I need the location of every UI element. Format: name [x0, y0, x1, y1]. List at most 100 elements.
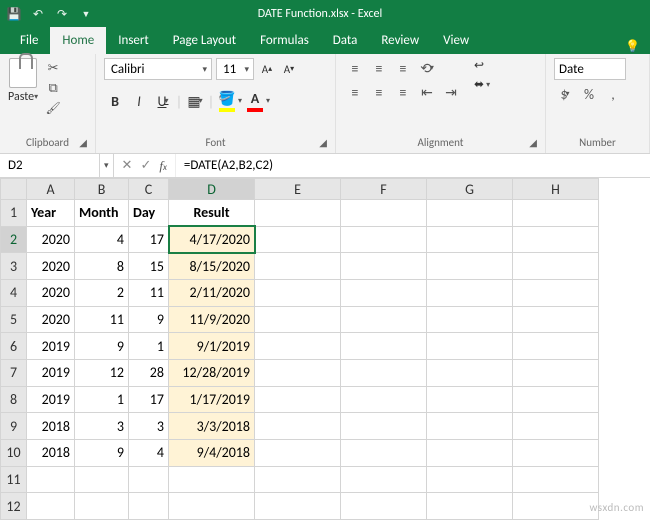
insert-function-icon[interactable]: fx [159, 158, 167, 174]
tab-insert[interactable]: Insert [106, 27, 161, 54]
cell-C3[interactable]: 15 [129, 253, 169, 280]
name-box[interactable] [0, 154, 100, 177]
worksheet[interactable]: A B C D E F G H 1YearMonthDayResult22020… [0, 178, 650, 520]
grow-font-button[interactable]: A▴ [258, 58, 276, 80]
accept-formula-icon[interactable]: ✓ [140, 158, 151, 173]
cell-D8[interactable]: 1/17/2019 [169, 386, 255, 413]
cell-G5[interactable] [427, 306, 513, 333]
number-format-combo[interactable]: Date [554, 58, 626, 80]
clipboard-launcher-icon[interactable]: ◢ [79, 136, 87, 149]
cell-D4[interactable]: 2/11/2020 [169, 279, 255, 306]
cell-G3[interactable] [427, 253, 513, 280]
col-header-H[interactable]: H [513, 179, 599, 200]
cell-B11[interactable] [75, 466, 129, 493]
cell-H3[interactable] [513, 253, 599, 280]
cell-E3[interactable] [255, 253, 341, 280]
cell-D11[interactable] [169, 466, 255, 493]
cell-A4[interactable]: 2020 [27, 279, 75, 306]
cell-B5[interactable]: 11 [75, 306, 129, 333]
cell-G11[interactable] [427, 466, 513, 493]
cell-G12[interactable] [427, 493, 513, 520]
format-painter-icon[interactable] [44, 100, 62, 116]
cell-E1[interactable] [255, 200, 341, 227]
cell-D6[interactable]: 9/1/2019 [169, 333, 255, 360]
borders-button[interactable]: ▦▾ [184, 90, 206, 112]
cell-H8[interactable] [513, 386, 599, 413]
cell-F9[interactable] [341, 413, 427, 440]
row-header-8[interactable]: 8 [1, 386, 27, 413]
cell-G10[interactable] [427, 439, 513, 466]
fill-color-button[interactable]: 🪣 [216, 90, 238, 112]
cell-G9[interactable] [427, 413, 513, 440]
shrink-font-button[interactable]: A▾ [280, 58, 298, 80]
cell-F5[interactable] [341, 306, 427, 333]
cell-B7[interactable]: 12 [75, 359, 129, 386]
row-header-6[interactable]: 6 [1, 333, 27, 360]
cell-E5[interactable] [255, 306, 341, 333]
name-box-input[interactable] [6, 157, 93, 174]
cell-A5[interactable]: 2020 [27, 306, 75, 333]
row-header-1[interactable]: 1 [1, 200, 27, 227]
cell-H9[interactable] [513, 413, 599, 440]
select-all-corner[interactable] [1, 179, 27, 200]
cell-F12[interactable] [341, 493, 427, 520]
cell-C2[interactable]: 17 [129, 226, 169, 253]
cell-C5[interactable]: 9 [129, 306, 169, 333]
cut-icon[interactable] [44, 60, 62, 76]
cell-F7[interactable] [341, 359, 427, 386]
cell-G2[interactable] [427, 226, 513, 253]
row-header-9[interactable]: 9 [1, 413, 27, 440]
cell-A2[interactable]: 2020 [27, 226, 75, 253]
cell-C8[interactable]: 17 [129, 386, 169, 413]
wrap-text-button[interactable]: ↩ [474, 58, 490, 73]
cell-D7[interactable]: 12/28/2019 [169, 359, 255, 386]
cell-A12[interactable] [27, 493, 75, 520]
align-center-button[interactable]: ≡ [368, 82, 390, 102]
cell-G7[interactable] [427, 359, 513, 386]
cell-C6[interactable]: 1 [129, 333, 169, 360]
cell-A11[interactable] [27, 466, 75, 493]
row-header-3[interactable]: 3 [1, 253, 27, 280]
cells-grid[interactable]: A B C D E F G H 1YearMonthDayResult22020… [0, 178, 599, 520]
col-header-C[interactable]: C [129, 179, 169, 200]
cell-E2[interactable] [255, 226, 341, 253]
comma-format-button[interactable]: , [602, 84, 624, 104]
cell-C9[interactable]: 3 [129, 413, 169, 440]
cell-G8[interactable] [427, 386, 513, 413]
cell-H5[interactable] [513, 306, 599, 333]
cell-F8[interactable] [341, 386, 427, 413]
cell-D9[interactable]: 3/3/2018 [169, 413, 255, 440]
tab-page-layout[interactable]: Page Layout [161, 27, 248, 54]
underline-button[interactable]: U▾ [152, 90, 174, 112]
formula-input[interactable] [182, 157, 644, 174]
col-header-A[interactable]: A [27, 179, 75, 200]
font-color-button[interactable]: A [244, 90, 266, 112]
font-launcher-icon[interactable]: ◢ [319, 136, 327, 149]
row-header-4[interactable]: 4 [1, 279, 27, 306]
accounting-format-button[interactable]: $▾ [554, 84, 576, 104]
cell-D1[interactable]: Result [169, 200, 255, 227]
bold-button[interactable]: B [104, 90, 126, 112]
col-header-F[interactable]: F [341, 179, 427, 200]
cell-G1[interactable] [427, 200, 513, 227]
cell-E8[interactable] [255, 386, 341, 413]
save-icon[interactable]: 💾 [6, 6, 22, 22]
cell-B3[interactable]: 8 [75, 253, 129, 280]
cell-A10[interactable]: 2018 [27, 439, 75, 466]
col-header-D[interactable]: D [169, 179, 255, 200]
cell-H11[interactable] [513, 466, 599, 493]
paste-icon[interactable] [9, 58, 37, 88]
font-size-input[interactable] [221, 61, 240, 78]
cell-H2[interactable] [513, 226, 599, 253]
font-name-input[interactable] [109, 61, 198, 78]
cancel-formula-icon[interactable]: ✕ [122, 158, 133, 173]
merge-center-button[interactable]: ⬌▾ [474, 77, 490, 92]
cell-F2[interactable] [341, 226, 427, 253]
cell-E6[interactable] [255, 333, 341, 360]
align-bottom-button[interactable]: ≡ [392, 58, 414, 78]
cell-B1[interactable]: Month [75, 200, 129, 227]
cell-A8[interactable]: 2019 [27, 386, 75, 413]
row-header-2[interactable]: 2 [1, 226, 27, 253]
cell-C12[interactable] [129, 493, 169, 520]
increase-indent-button[interactable]: ⇥ [440, 82, 462, 102]
